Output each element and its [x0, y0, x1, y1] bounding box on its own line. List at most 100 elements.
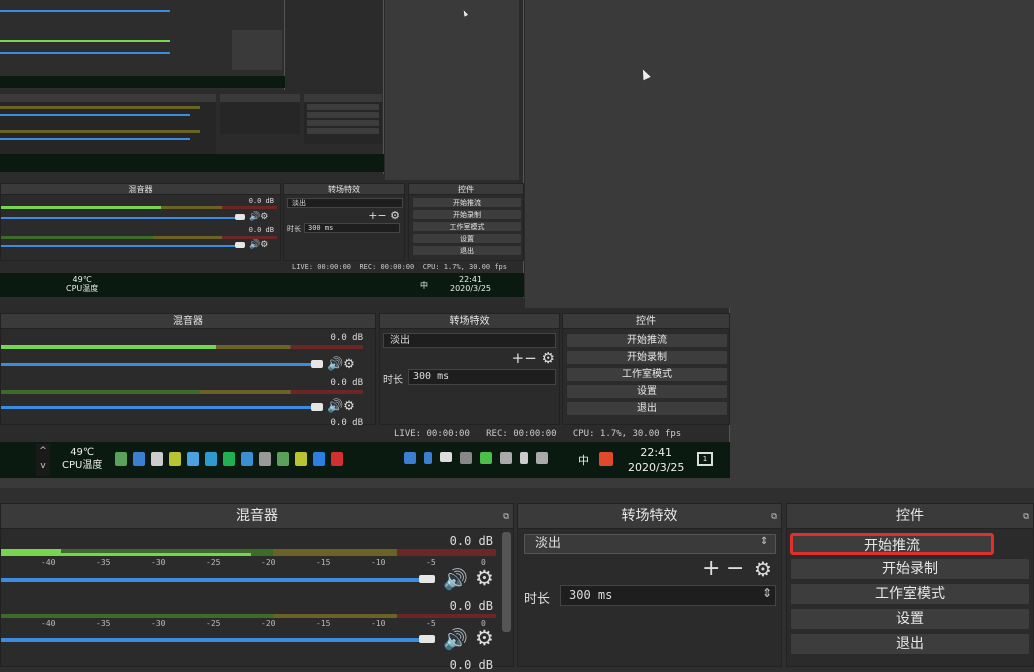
mini2-mixer-title: 混音器: [128, 185, 153, 194]
meter-tick-label: -20: [261, 619, 276, 628]
mini1-rec: REC: 00:00:00: [486, 429, 557, 439]
mini1-duration-field[interactable]: 300 ms: [408, 369, 556, 385]
taskbar-app-icons: [115, 452, 343, 466]
mini1-mixer: 混音器 0.0 dB 🔊⚙ 0.0 dB 🔊⚙ 0.0 dB: [0, 313, 376, 428]
gear-icon[interactable]: ⚙: [475, 566, 494, 590]
meter-tick-label: -10: [371, 558, 386, 567]
volume-knob-2[interactable]: [419, 635, 435, 643]
mini2-exit[interactable]: 退出: [412, 245, 522, 256]
preview-inner-4: [0, 0, 285, 90]
mini2-duration-field[interactable]: 300 ms: [304, 223, 400, 233]
meter-tick-label: -10: [371, 619, 386, 628]
mini1-transitions: 转场特效 淡出 +− ⚙ 时长 300 ms: [379, 313, 560, 425]
mixer-panel: 混音器 ⧉ 0.0 dB -40 -35 -30 -25 -20 -15 -10 -5 0 🔊 ⚙…: [0, 503, 514, 672]
mini1-db2: 0.0 dB: [330, 378, 363, 388]
mini1-studio-mode[interactable]: 工作室模式: [566, 367, 728, 382]
mini1-exit[interactable]: 退出: [566, 401, 728, 416]
duration-field[interactable]: 300 ms: [560, 585, 776, 606]
mini2-duration-label: 时长: [287, 225, 301, 233]
remove-transition-button[interactable]: −: [726, 556, 744, 582]
mini2-controls: 控件 开始推流 开始录制 工作室模式 设置 退出: [408, 183, 524, 261]
meter-tick-label: -30: [151, 558, 166, 567]
mini2-speaker-icon-2[interactable]: 🔊⚙: [249, 240, 268, 250]
volume-knob[interactable]: [419, 575, 435, 583]
mini1-cpu-label: CPU温度: [62, 460, 103, 471]
meter-tick-label: -5: [426, 619, 436, 628]
taskbar-scroll[interactable]: ^ v: [36, 444, 50, 476]
notification-icon[interactable]: 1: [697, 452, 713, 466]
mini1-start-record[interactable]: 开始录制: [566, 350, 728, 365]
meter-tick-label: -40: [41, 619, 56, 628]
mini2-ime[interactable]: 中: [420, 280, 428, 291]
mini1-add-remove[interactable]: +− ⚙: [512, 350, 555, 366]
dock-float-icon-3[interactable]: ⧉: [1023, 504, 1029, 529]
mini2-statusbar: LIVE: 00:00:00 REC: 00:00:00 CPU: 1.7%, …: [292, 263, 507, 271]
speaker-icon[interactable]: 🔊: [443, 567, 468, 591]
mini2-start-record[interactable]: 开始录制: [412, 209, 522, 220]
mini1-db3: 0.0 dB: [330, 418, 363, 428]
mini1-db1: 0.0 dB: [330, 333, 363, 343]
dock-float-icon[interactable]: ⧉: [503, 504, 509, 529]
mini1-date: 2020/3/25: [628, 461, 685, 474]
mini1-start-stream[interactable]: 开始推流: [566, 333, 728, 348]
transition-select[interactable]: 淡出: [524, 534, 776, 554]
sogou-icon[interactable]: [599, 452, 613, 466]
mixer-db-3: 0.0 dB: [449, 658, 493, 672]
mini3-controls: [304, 94, 382, 144]
studio-mode-button[interactable]: 工作室模式: [790, 583, 1030, 605]
duration-label: 时长: [524, 592, 551, 607]
gear-icon-2[interactable]: ⚙: [475, 626, 494, 650]
mini2-studio-mode[interactable]: 工作室模式: [412, 221, 522, 232]
mini2-add-remove[interactable]: +− ⚙: [368, 210, 400, 221]
settings-button[interactable]: 设置: [790, 608, 1030, 630]
mini1-controls-title: 控件: [636, 316, 656, 327]
transition-gear-icon[interactable]: ⚙: [754, 557, 772, 581]
mini3-mixer: [0, 94, 216, 154]
meter-tick-label: -35: [96, 619, 111, 628]
mini1-settings[interactable]: 设置: [566, 384, 728, 399]
mini3-taskbar: [0, 154, 384, 172]
mini1-transitions-title: 转场特效: [449, 316, 490, 327]
dock-float-icon-2[interactable]: ⧉: [771, 504, 777, 529]
mini2-db1: 0.0 dB: [248, 197, 274, 205]
add-transition-button[interactable]: +: [702, 556, 720, 582]
mini3-transitions: [220, 94, 300, 134]
exit-button[interactable]: 退出: [790, 633, 1030, 655]
mini1-time: 22:41: [640, 446, 673, 459]
mini2-start-stream[interactable]: 开始推流: [412, 197, 522, 208]
speaker-icon-2[interactable]: 🔊: [443, 627, 468, 651]
controls-title: 控件: [896, 508, 924, 524]
mixer-db-2: 0.0 dB: [449, 599, 493, 613]
mini2-settings[interactable]: 设置: [412, 233, 522, 244]
meter-tick-label: -5: [426, 558, 436, 567]
mini1-speaker-icon-2[interactable]: 🔊⚙: [327, 399, 355, 414]
mini1-transition-select[interactable]: 淡出: [383, 333, 556, 348]
mini2-speaker-icon[interactable]: 🔊⚙: [249, 212, 268, 222]
mini2-db2: 0.0 dB: [248, 226, 274, 234]
transitions-panel: 转场特效 ⧉ 淡出 ⇕ + − ⚙ 时长 300 ms ⇕: [517, 503, 782, 667]
mixer-db-1: 0.0 dB: [449, 534, 493, 548]
start-stream-button[interactable]: 开始推流: [790, 533, 994, 555]
mini1-speaker-icon[interactable]: 🔊⚙: [327, 357, 355, 372]
mini1-statusbar: LIVE: 00:00:00 REC: 00:00:00 CPU: 1.7%, …: [394, 429, 681, 439]
mini1-live: LIVE: 00:00:00: [394, 429, 470, 439]
meter-tick-label: -25: [206, 619, 221, 628]
meter-tick-label: -35: [96, 558, 111, 567]
mini2-live: LIVE: 00:00:00: [292, 263, 352, 271]
meter-tick-label: -15: [316, 558, 331, 567]
taskbar-tray-icons[interactable]: [404, 452, 548, 464]
mixer-scrollbar[interactable]: [502, 532, 511, 632]
mini2-controls-title: 控件: [458, 185, 474, 194]
duration-stepper-icon[interactable]: ⇕: [762, 586, 772, 600]
preview-inner-2-right: [385, 0, 519, 180]
start-record-button[interactable]: 开始录制: [790, 558, 1030, 580]
mini2-taskbar: 49℃ CPU温度 22:41 2020/3/25 中: [0, 273, 524, 297]
mini1-controls: 控件 开始推流 开始录制 工作室模式 设置 退出: [562, 313, 730, 425]
mini1-taskbar: ^ v 49℃ CPU温度 中 22:41 2020/3/25 1: [0, 442, 730, 478]
mini1-ime[interactable]: 中: [578, 452, 589, 468]
mini2-transition-select[interactable]: 淡出: [287, 198, 403, 208]
mini2-cpu-label: CPU温度: [66, 284, 99, 293]
mixer-title: 混音器: [236, 508, 278, 524]
mini1-temp: 49℃: [70, 447, 95, 458]
controls-panel: 控件 ⧉ 开始推流 开始录制 工作室模式 设置 退出: [786, 503, 1034, 667]
